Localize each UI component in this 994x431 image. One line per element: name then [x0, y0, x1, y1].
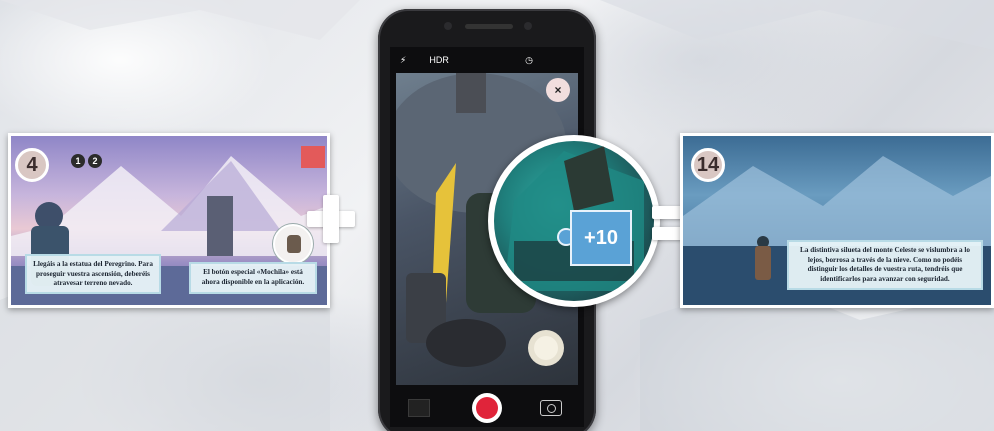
right-story-card: 14 La distintiva silueta del monte Celes… — [680, 133, 994, 308]
camera-bottom-bar — [390, 387, 584, 427]
speaker-grille — [465, 24, 513, 29]
card-number-badge: 14 — [691, 148, 725, 182]
story-text-right: El botón especial «Mochila» está ahora d… — [189, 262, 317, 294]
dot-badge-1: 1 — [71, 154, 85, 168]
switch-camera-icon[interactable] — [540, 400, 562, 416]
card-number: 4 — [26, 153, 38, 176]
story-text-left: Llegáis a la estatua del Peregrino. Para… — [25, 254, 161, 294]
camera-top-bar: ⚡︎ HDR ◷ — [390, 47, 584, 73]
card-number-badge: 4 — [15, 148, 49, 182]
hdr-toggle[interactable]: HDR — [429, 55, 449, 65]
dot-badge-2: 2 — [88, 154, 102, 168]
left-story-card: 4 1 2 Llegáis a la estatua del Peregrino… — [8, 133, 330, 308]
story-text: La distintiva silueta del monte Celeste … — [787, 240, 983, 290]
plus-icon-vertical — [323, 195, 339, 243]
lightning-icon[interactable]: ⚡︎ — [400, 55, 406, 66]
timer-icon[interactable]: ◷ — [525, 55, 533, 66]
card-number: 14 — [696, 153, 720, 176]
sensor-icon — [524, 22, 532, 30]
gallery-thumbnail[interactable] — [408, 399, 430, 417]
record-button[interactable] — [472, 393, 502, 423]
close-button[interactable]: × — [546, 78, 570, 102]
puzzle-value: +10 — [584, 226, 618, 249]
puzzle-tag-icon — [301, 146, 325, 168]
puzzle-piece-badge: +10 — [570, 210, 632, 266]
front-camera-icon — [444, 22, 452, 30]
backpack-icon — [273, 224, 313, 264]
